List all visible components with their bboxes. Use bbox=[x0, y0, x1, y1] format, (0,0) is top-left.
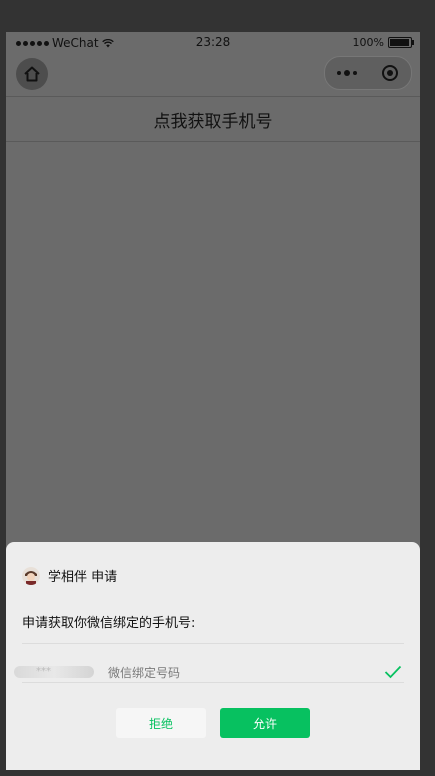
battery-group: 100% bbox=[352, 36, 414, 49]
close-miniprogram-button[interactable] bbox=[368, 64, 411, 82]
dialog-actions: 拒绝 允许 bbox=[6, 708, 420, 738]
capsule-menu bbox=[324, 56, 412, 90]
request-text: 申请获取你微信绑定的手机号: bbox=[22, 616, 196, 631]
app-name: 学相伴 申请 bbox=[48, 570, 118, 585]
app-header: 学相伴 申请 bbox=[22, 566, 117, 585]
phone-option[interactable]: *** 微信绑定号码 bbox=[14, 652, 404, 692]
phone-description: 微信绑定号码 bbox=[108, 665, 181, 680]
more-button[interactable] bbox=[325, 70, 368, 76]
home-icon bbox=[24, 66, 40, 82]
app-avatar bbox=[22, 566, 40, 585]
status-bar: WeChat 23:28 100% bbox=[6, 32, 420, 54]
divider bbox=[22, 643, 404, 644]
home-button[interactable] bbox=[16, 58, 48, 90]
divider bbox=[22, 682, 404, 683]
check-icon bbox=[384, 664, 402, 683]
nav-bar: 点我获取手机号 bbox=[6, 96, 420, 142]
battery-icon bbox=[388, 37, 414, 48]
phone-auth-dialog: 学相伴 申请 申请获取你微信绑定的手机号: *** 微信绑定号码 拒绝 允许 bbox=[6, 542, 420, 770]
battery-percent: 100% bbox=[352, 36, 384, 49]
page-title: 点我获取手机号 bbox=[153, 111, 273, 132]
masked-phone-number: *** bbox=[14, 666, 94, 678]
phone-screen: WeChat 23:28 100% 点我获取手机号 学相伴 申请 申请获取你微信… bbox=[6, 32, 420, 770]
deny-button[interactable]: 拒绝 bbox=[116, 708, 206, 738]
allow-button[interactable]: 允许 bbox=[220, 708, 310, 738]
target-close-icon bbox=[381, 65, 398, 81]
